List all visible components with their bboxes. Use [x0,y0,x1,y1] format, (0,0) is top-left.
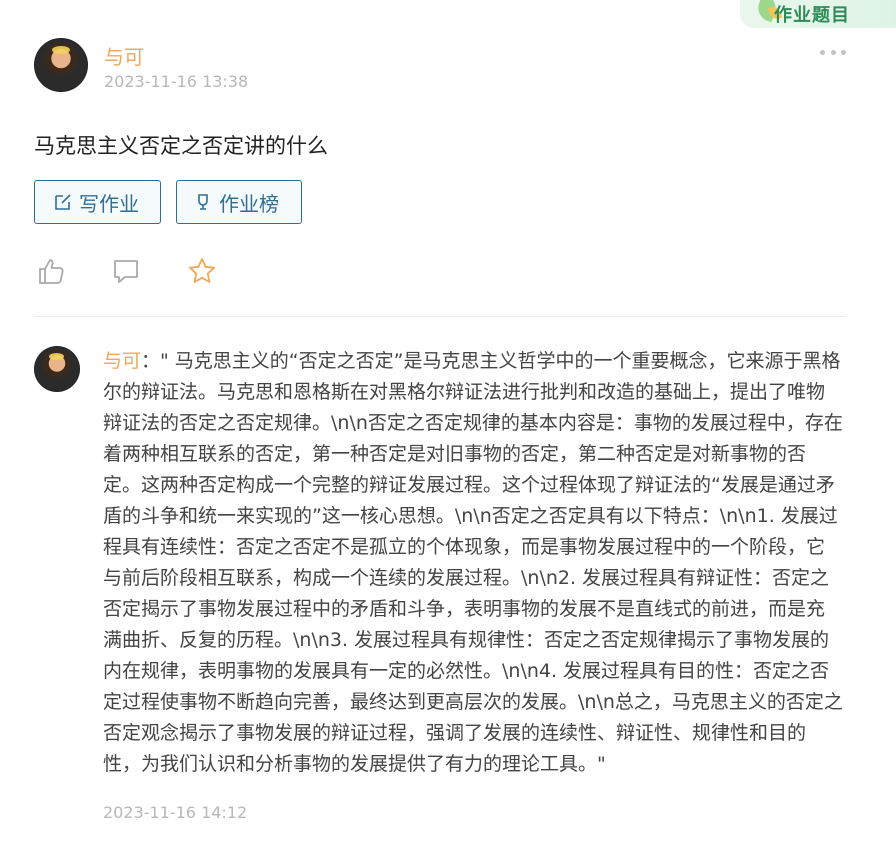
question-timestamp: 2023-11-16 13:38 [104,72,249,91]
answer-content: 与可：" 马克思主义的“否定之否定”是马克思主义哲学中的一个重要概念，它来源于黑… [103,346,843,780]
answer-separator: ： [141,350,161,372]
dot [820,49,825,55]
answer-author-name[interactable]: 与可 [103,350,141,372]
homework-topic-label: 作业题目 [774,5,850,26]
thumb-up-icon[interactable] [34,254,68,288]
answer-text: " 马克思主义的“否定之否定”是马克思主义哲学中的一个重要概念，它来源于黑格尔的… [103,350,843,775]
dot [830,49,836,55]
avatar[interactable] [34,346,80,392]
dot [841,49,846,55]
question-author-name[interactable]: 与可 [104,41,144,70]
write-homework-button[interactable]: 写作业 [34,180,161,224]
answer-timestamp: 2023-11-16 14:12 [103,803,248,822]
trophy-icon [198,194,208,210]
edit-icon [55,194,71,210]
more-icon[interactable] [820,42,846,62]
homework-rank-label: 作业榜 [219,191,279,216]
homework-rank-button[interactable]: 作业榜 [176,180,302,224]
write-homework-label: 写作业 [79,191,139,216]
divider [34,316,846,317]
question-text: 马克思主义否定之否定讲的什么 [34,134,328,158]
star-icon[interactable] [185,254,219,288]
homework-topic-tab[interactable]: 作业题目 [740,0,896,28]
comment-icon[interactable] [109,254,143,288]
avatar[interactable] [34,38,88,92]
